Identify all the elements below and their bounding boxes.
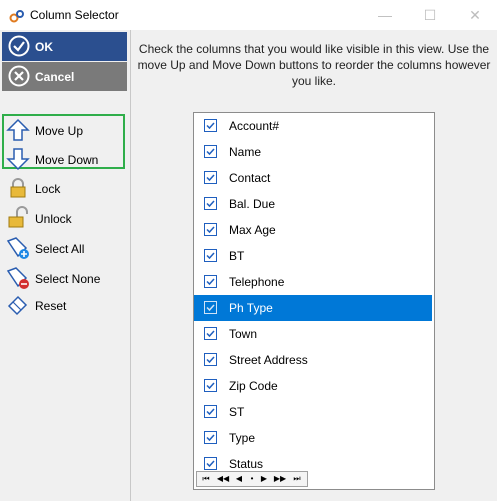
- maximize-icon[interactable]: ☐: [408, 0, 452, 30]
- column-row-max-age[interactable]: Max Age: [194, 217, 432, 243]
- column-row-bal-due[interactable]: Bal. Due: [194, 191, 432, 217]
- pager-bar: ⏮ ◀◀ ◀ • ▶ ▶▶ ⏭: [196, 471, 308, 487]
- ok-label: OK: [35, 40, 53, 54]
- checkbox[interactable]: [204, 457, 217, 470]
- column-label: Ph Type: [229, 301, 273, 315]
- checkbox[interactable]: [204, 197, 217, 210]
- cancel-button[interactable]: Cancel: [2, 62, 127, 91]
- checkbox[interactable]: [204, 171, 217, 184]
- app-gears-icon: [9, 10, 24, 23]
- checkbox[interactable]: [204, 119, 217, 132]
- column-row-telephone[interactable]: Telephone: [194, 269, 432, 295]
- checkbox[interactable]: [204, 405, 217, 418]
- column-row-st[interactable]: ST: [194, 399, 432, 425]
- main-panel: Check the columns that you would like vi…: [131, 30, 497, 501]
- previous-page-button[interactable]: ◀◀: [214, 472, 232, 486]
- column-row-account[interactable]: Account#: [194, 113, 432, 139]
- pager-separator: •: [250, 474, 254, 483]
- close-icon[interactable]: ✕: [453, 0, 497, 30]
- lock-label: Lock: [35, 182, 61, 196]
- cancel-circle-icon: [8, 65, 30, 87]
- unlock-icon: [8, 206, 28, 228]
- column-label: Type: [229, 431, 256, 445]
- previous-button[interactable]: ◀: [233, 472, 245, 486]
- select-all-button[interactable]: Select All: [6, 234, 124, 262]
- column-label: Zip Code: [229, 379, 278, 393]
- column-label: Status: [229, 457, 264, 471]
- lock-button[interactable]: Lock: [6, 174, 124, 202]
- window-title: Column Selector: [30, 8, 119, 22]
- arrow-up-icon: [6, 118, 30, 141]
- checkbox[interactable]: [204, 431, 217, 444]
- checkbox[interactable]: [204, 301, 217, 314]
- lock-icon: [10, 178, 26, 198]
- column-label: Bal. Due: [229, 197, 276, 211]
- next-button[interactable]: ▶: [258, 472, 270, 486]
- select-none-label: Select None: [35, 272, 101, 286]
- column-label: Telephone: [229, 275, 285, 289]
- column-row-ph-type[interactable]: Ph Type: [194, 295, 432, 321]
- tag-add-icon: [6, 237, 29, 259]
- move-down-label: Move Down: [35, 153, 99, 167]
- column-label: BT: [229, 249, 245, 263]
- cancel-label: Cancel: [35, 70, 75, 84]
- last-page-button[interactable]: ⏭: [290, 472, 304, 486]
- checkbox[interactable]: [204, 327, 217, 340]
- reset-label: Reset: [35, 299, 67, 313]
- column-list[interactable]: Account# Name Contact Bal. Due Max Age B…: [193, 112, 435, 490]
- minimize-icon[interactable]: —: [363, 0, 407, 30]
- unlock-label: Unlock: [35, 212, 72, 226]
- column-label: Name: [229, 145, 262, 159]
- column-label: Town: [229, 327, 258, 341]
- column-row-town[interactable]: Town: [194, 321, 432, 347]
- column-row-name[interactable]: Name: [194, 139, 432, 165]
- checkbox[interactable]: [204, 223, 217, 236]
- check-circle-icon: [8, 35, 30, 57]
- column-row-zip-code[interactable]: Zip Code: [194, 373, 432, 399]
- move-down-button[interactable]: Move Down: [6, 145, 124, 173]
- ok-button[interactable]: OK: [2, 32, 127, 61]
- checkbox[interactable]: [204, 145, 217, 158]
- sidebar: OK Cancel Move Up Move Down Lock Unlock …: [0, 30, 131, 501]
- select-all-label: Select All: [35, 242, 85, 256]
- column-row-street-address[interactable]: Street Address: [194, 347, 432, 373]
- unlock-button[interactable]: Unlock: [6, 204, 124, 232]
- checkbox[interactable]: [204, 275, 217, 288]
- column-label: Max Age: [229, 223, 276, 237]
- eraser-icon: [7, 295, 28, 316]
- column-label: Contact: [229, 171, 271, 185]
- move-up-label: Move Up: [35, 124, 84, 138]
- column-row-bt[interactable]: BT: [194, 243, 432, 269]
- column-row-type[interactable]: Type: [194, 425, 432, 451]
- move-up-button[interactable]: Move Up: [6, 116, 124, 144]
- checkbox[interactable]: [204, 353, 217, 366]
- column-label: ST: [229, 405, 245, 419]
- select-none-button[interactable]: Select None: [6, 264, 124, 292]
- tag-remove-icon: [6, 267, 29, 289]
- next-page-button[interactable]: ▶▶: [271, 472, 289, 486]
- column-label: Account#: [229, 119, 280, 133]
- instructions-text: Check the columns that you would like vi…: [137, 42, 491, 88]
- checkbox[interactable]: [204, 249, 217, 262]
- checkbox[interactable]: [204, 379, 217, 392]
- arrow-down-icon: [6, 148, 30, 171]
- reset-button[interactable]: Reset: [6, 291, 124, 319]
- title-bar: Column Selector — ☐ ✕: [0, 0, 497, 30]
- first-page-button[interactable]: ⏮: [199, 472, 213, 486]
- column-label: Street Address: [229, 353, 308, 367]
- column-row-contact[interactable]: Contact: [194, 165, 432, 191]
